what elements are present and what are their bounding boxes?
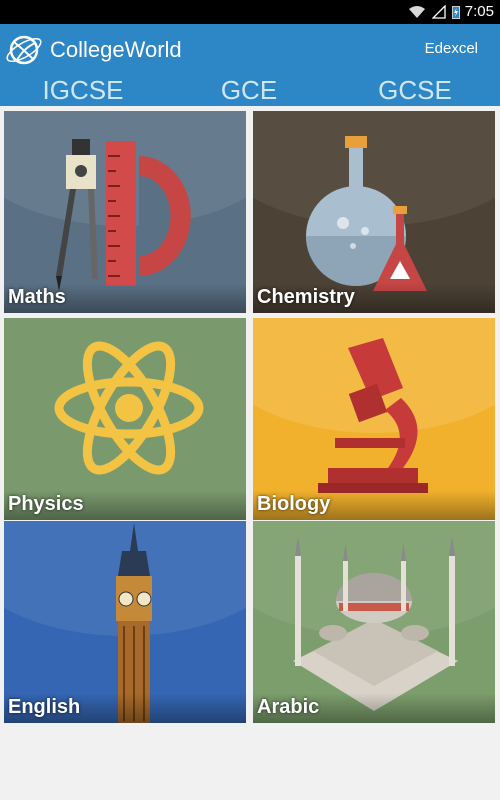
app-title: CollegeWorld [50,37,182,62]
exam-board-label[interactable]: Edexcel [425,40,478,57]
subject-label: Maths [8,286,66,308]
subject-label: Biology [257,493,331,515]
system-icons [408,4,460,20]
subject-label: Chemistry [257,286,355,308]
subject-tile-chemistry[interactable]: Chemistry [253,111,495,313]
subject-label: Arabic [257,696,320,718]
status-bar: 7:05 [0,0,500,24]
subject-tile-maths[interactable]: Maths [4,111,246,313]
subject-label: Physics [8,493,84,515]
signal-icon [432,5,446,19]
subject-tile-physics[interactable]: Physics [4,318,246,520]
tab-gce[interactable]: GCE [166,75,332,105]
clock: 7:05 [464,3,494,20]
tab-igcse[interactable]: IGCSE [0,75,166,105]
subject-tile-arabic[interactable]: Arabic [253,521,495,723]
subject-label: English [8,696,81,718]
qualification-tabs: IGCSE GCE GCSE [0,74,500,106]
globe-logo-icon[interactable] [4,30,44,70]
tab-gcse[interactable]: GCSE [332,75,498,105]
subject-grid: Maths Chemistry Physics Biology English … [0,106,500,726]
subject-tile-biology[interactable]: Biology [253,318,495,520]
battery-icon [452,6,460,19]
wifi-icon [409,6,425,18]
action-bar: CollegeWorld Edexcel [0,24,500,74]
subject-tile-english[interactable]: English [4,521,246,723]
